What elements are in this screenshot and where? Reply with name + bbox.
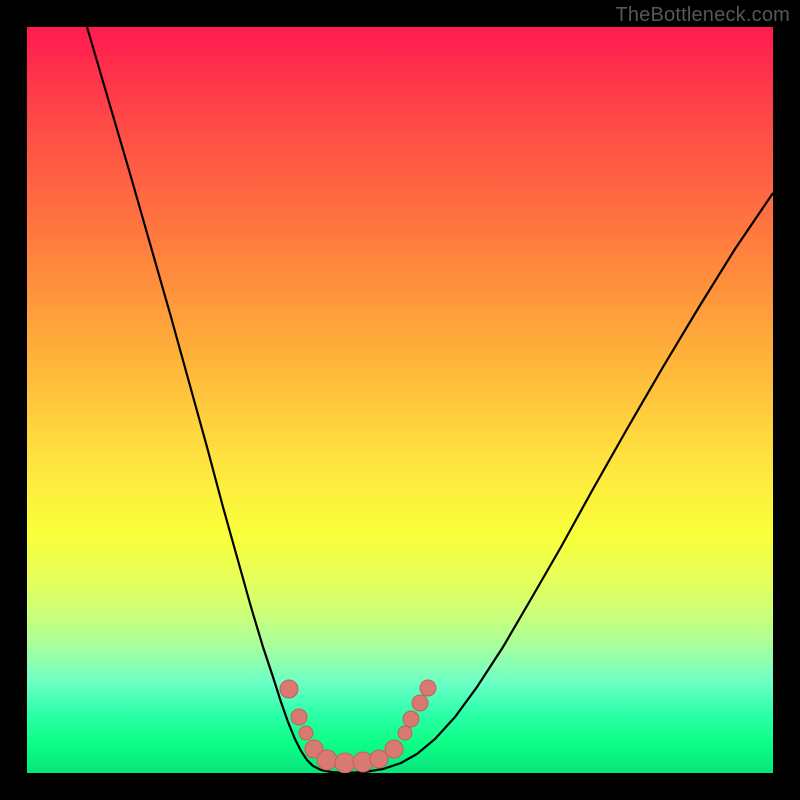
plot-area <box>27 27 773 773</box>
marker-dot <box>398 726 412 740</box>
marker-dot <box>385 740 403 758</box>
curve-right-arm <box>345 193 773 773</box>
chart-frame: TheBottleneck.com <box>0 0 800 800</box>
curve-layer <box>27 27 773 773</box>
marker-dot <box>291 709 307 725</box>
watermark-text: TheBottleneck.com <box>615 4 790 27</box>
curve-left-arm <box>87 27 345 773</box>
marker-dot <box>299 726 313 740</box>
marker-dot <box>335 753 355 773</box>
marker-dot <box>420 680 436 696</box>
marker-dot <box>412 695 428 711</box>
marker-dot <box>280 680 298 698</box>
marker-dot <box>403 711 419 727</box>
marker-dot <box>317 750 337 770</box>
marker-group <box>280 680 436 773</box>
